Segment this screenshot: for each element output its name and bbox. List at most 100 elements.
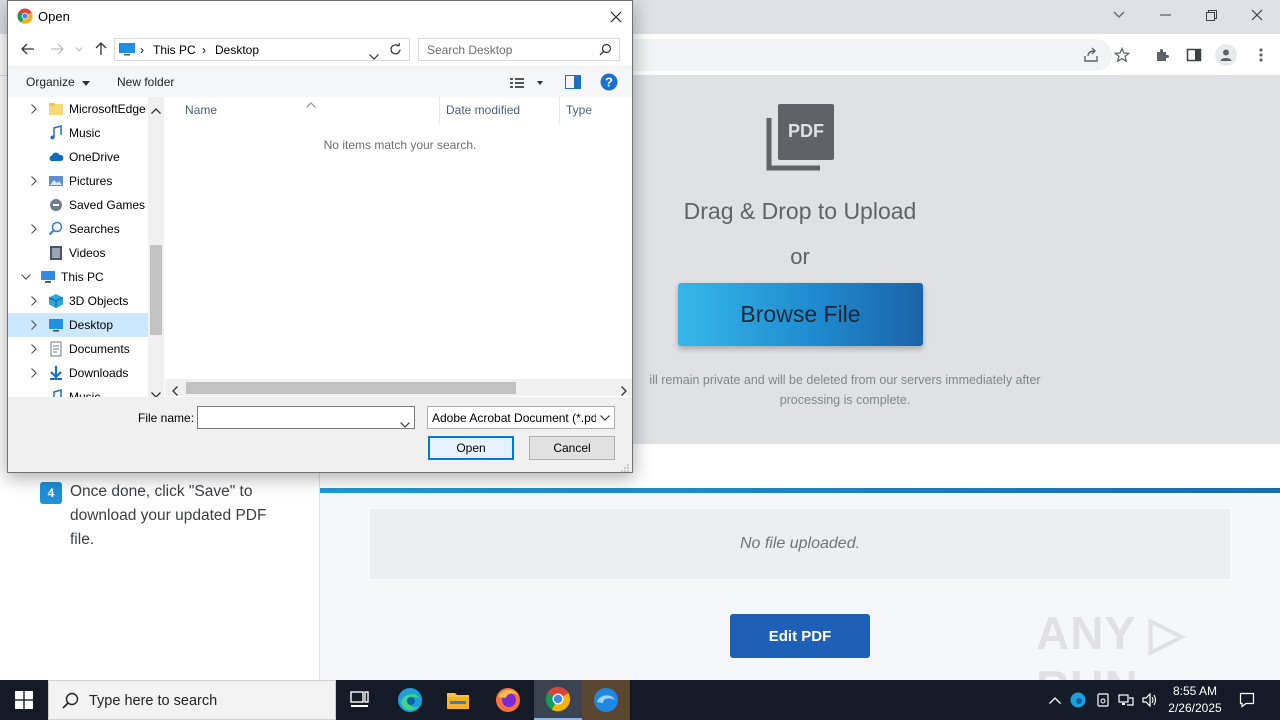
- file-explorer-icon[interactable]: [434, 680, 482, 720]
- volume-icon[interactable]: [1142, 692, 1158, 708]
- start-button[interactable]: [0, 680, 48, 720]
- nav-item-microsoftedge[interactable]: MicrosoftEdge: [8, 97, 148, 121]
- column-divider: [319, 472, 320, 680]
- search-placeholder: Search Desktop: [427, 43, 513, 57]
- file-type-value: Adobe Acrobat Document (*.pdf): [432, 411, 605, 425]
- nav-item-documents[interactable]: Documents: [8, 337, 148, 361]
- new-folder-button[interactable]: New folder: [117, 75, 174, 89]
- help-icon[interactable]: ?: [600, 73, 618, 96]
- music-icon: [48, 389, 64, 397]
- chevron-right-icon[interactable]: [28, 175, 40, 187]
- videos-icon: [48, 245, 64, 261]
- nav-item-pictures[interactable]: Pictures: [8, 169, 148, 193]
- taskbar-search-box[interactable]: Type here to search: [48, 680, 336, 720]
- open-button[interactable]: Open: [428, 436, 514, 460]
- file-name-input[interactable]: [197, 406, 415, 429]
- nav-item-onedrive[interactable]: OneDrive: [8, 145, 148, 169]
- forward-arrow-icon[interactable]: [48, 40, 66, 58]
- nav-item-label: Music: [69, 390, 101, 397]
- file-type-select[interactable]: Adobe Acrobat Document (*.pdf): [427, 406, 615, 429]
- extensions-icon[interactable]: [1151, 44, 1173, 66]
- column-type[interactable]: Type: [566, 103, 592, 117]
- back-arrow-icon[interactable]: [19, 40, 37, 58]
- chevron-down-icon: [82, 81, 91, 86]
- nav-item-label: This PC: [61, 270, 104, 284]
- nav-item-desktop[interactable]: Desktop: [8, 313, 148, 337]
- nav-item-label: Pictures: [69, 174, 113, 188]
- chevron-right-icon[interactable]: [28, 319, 40, 331]
- file-type-dropdown-icon[interactable]: [596, 407, 614, 428]
- chevron-right-icon[interactable]: [28, 343, 40, 355]
- scrollbar-thumb[interactable]: [150, 245, 162, 335]
- cloud-icon: [48, 149, 64, 165]
- view-options-icon[interactable]: [510, 76, 544, 94]
- organize-menu[interactable]: Organize: [26, 75, 91, 89]
- path-dropdown-icon[interactable]: [369, 47, 379, 65]
- dialog-navigation-row: › This PC › Desktop Search Desktop: [8, 32, 632, 66]
- profile-avatar-icon[interactable]: [1215, 44, 1237, 66]
- cancel-button[interactable]: Cancel: [529, 436, 615, 460]
- task-view-icon[interactable]: [336, 680, 384, 720]
- file-name-dropdown-icon[interactable]: [400, 415, 410, 433]
- no-file-message: No file uploaded.: [370, 509, 1230, 579]
- chevron-right-icon[interactable]: [28, 295, 40, 307]
- privacy-notice: ill remain private and will be deleted f…: [630, 370, 1060, 410]
- browse-file-button[interactable]: Browse File: [678, 283, 923, 346]
- chevron-right-icon[interactable]: [28, 367, 40, 379]
- scroll-up-icon[interactable]: [151, 101, 161, 119]
- side-panel-icon[interactable]: [1183, 44, 1205, 66]
- breadcrumb-this-pc[interactable]: This PC: [153, 43, 196, 57]
- refresh-icon[interactable]: [389, 43, 402, 61]
- nav-item-music[interactable]: Music: [8, 385, 148, 397]
- notifications-icon[interactable]: [1239, 692, 1255, 708]
- nav-item-downloads[interactable]: Downloads: [8, 361, 148, 385]
- edit-pdf-button[interactable]: Edit PDF: [730, 614, 870, 658]
- column-date-modified[interactable]: Date modified: [446, 103, 520, 117]
- dialog-title-bar: Open: [8, 1, 632, 32]
- preview-pane-icon[interactable]: [565, 75, 581, 94]
- chevron-up-icon[interactable]: [1047, 692, 1063, 708]
- column-separator: [439, 97, 440, 123]
- close-window-icon[interactable]: [1234, 0, 1280, 30]
- edge-tray-icon[interactable]: [1070, 692, 1086, 708]
- nav-item-videos[interactable]: Videos: [8, 241, 148, 265]
- horizontal-scrollbar[interactable]: [165, 379, 632, 396]
- share-icon[interactable]: [1080, 44, 1102, 66]
- tab-search-icon[interactable]: [1096, 0, 1142, 30]
- chevron-down-icon[interactable]: [20, 271, 32, 283]
- menu-kebab-icon[interactable]: [1250, 44, 1272, 66]
- bookmark-star-icon[interactable]: [1111, 44, 1133, 66]
- nav-item-3d-objects[interactable]: 3D Objects: [8, 289, 148, 313]
- firefox-icon[interactable]: [484, 680, 532, 720]
- nav-item-this-pc[interactable]: This PC: [8, 265, 148, 289]
- search-desktop-input[interactable]: Search Desktop: [418, 38, 620, 61]
- windows-taskbar: Type here to search 8:55 AM 2/26/2025: [0, 680, 1280, 720]
- nav-item-label: Saved Games: [69, 198, 146, 212]
- edge-browser-icon[interactable]: [386, 680, 434, 720]
- nav-item-searches[interactable]: Searches: [8, 217, 148, 241]
- minimize-icon[interactable]: [1142, 0, 1188, 30]
- breadcrumb-desktop[interactable]: Desktop: [215, 43, 259, 57]
- dialog-close-icon[interactable]: [600, 1, 632, 32]
- chevron-right-icon[interactable]: [28, 103, 40, 115]
- recent-dropdown-icon[interactable]: [70, 40, 88, 58]
- path-breadcrumb[interactable]: › This PC › Desktop: [114, 38, 410, 61]
- organize-label: Organize: [26, 75, 75, 89]
- upload-drop-zone[interactable]: PDF Drag & Drop to Upload or Browse File…: [630, 76, 1280, 444]
- system-clock[interactable]: 8:55 AM 2/26/2025: [1160, 683, 1230, 717]
- resize-grip-icon[interactable]: [620, 459, 629, 477]
- step-number-badge: 4: [40, 482, 62, 504]
- chrome-taskbar-icon[interactable]: [534, 680, 582, 720]
- nav-item-music[interactable]: Music: [8, 121, 148, 145]
- device-icon[interactable]: [1095, 692, 1111, 708]
- horizontal-scrollbar-thumb[interactable]: [186, 382, 516, 394]
- navigation-scrollbar[interactable]: [148, 97, 164, 398]
- chevron-right-icon[interactable]: [28, 223, 40, 235]
- restore-icon[interactable]: [1188, 0, 1234, 30]
- up-arrow-icon[interactable]: [92, 40, 110, 58]
- nav-item-saved-games[interactable]: Saved Games: [8, 193, 148, 217]
- column-name[interactable]: Name: [185, 103, 217, 117]
- edge-app-icon[interactable]: [582, 680, 630, 720]
- network-icon[interactable]: [1118, 692, 1134, 708]
- pdf-file-icon: PDF: [766, 104, 834, 177]
